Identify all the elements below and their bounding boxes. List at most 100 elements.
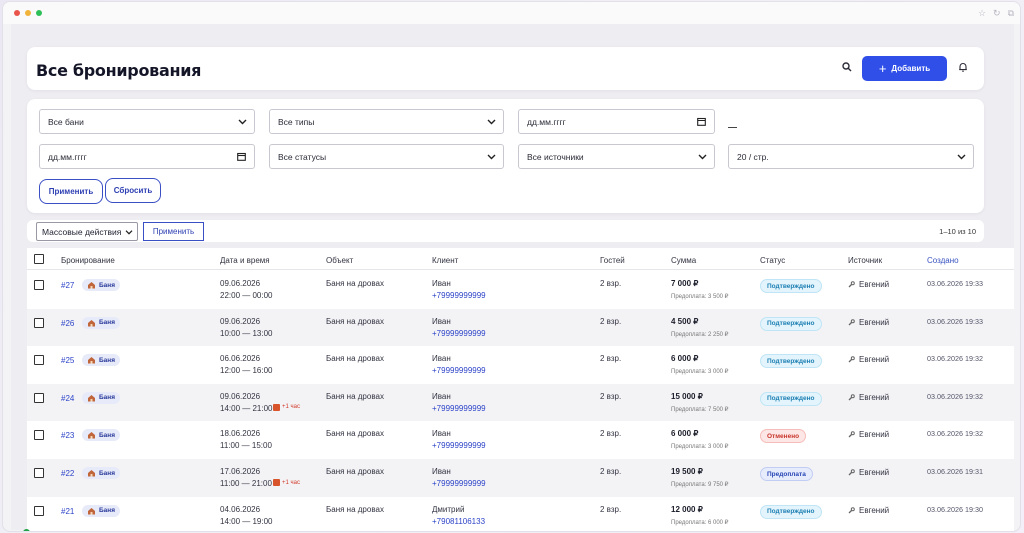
- main-content: Все бронирования + Добавить Все бани Все: [11, 24, 1014, 531]
- booking-object: Баня на дровах: [326, 316, 384, 326]
- column-booking[interactable]: Бронирование: [61, 256, 115, 265]
- guests-count: 2 взр.: [600, 316, 622, 326]
- table-row[interactable]: #21 Баня 04.06.2026 14:00 — 19:00 Баня н…: [27, 497, 1014, 531]
- calendar-icon[interactable]: [697, 117, 706, 126]
- extra-hour-note: +1 час: [273, 403, 300, 411]
- reset-filters-button[interactable]: Сбросить: [105, 178, 161, 203]
- row-checkbox[interactable]: [34, 355, 44, 366]
- booking-id-link[interactable]: #27: [61, 281, 74, 290]
- row-checkbox[interactable]: [34, 280, 44, 290]
- created-at: 03.06.2026 19:33: [927, 279, 983, 288]
- per-page-select[interactable]: 20 / стр.: [728, 144, 974, 169]
- booking-object: Баня на дровах: [326, 279, 384, 288]
- table-row[interactable]: #25 Баня 06.06.2026 12:00 — 16:00 Баня н…: [27, 346, 1014, 384]
- prepayment-note: Предоплата: 3 000 ₽: [671, 369, 729, 376]
- table-row[interactable]: #22 Баня 17.06.2026 11:00 — 21:00 +1 час…: [27, 459, 1014, 497]
- source-cell: Евгений: [848, 430, 889, 439]
- column-guests[interactable]: Гостей: [600, 256, 625, 265]
- select-all-checkbox[interactable]: [34, 254, 44, 264]
- column-created[interactable]: Создано: [927, 256, 959, 265]
- sources-select[interactable]: Все источники: [518, 144, 715, 169]
- minimize-window-dot[interactable]: [25, 10, 31, 16]
- client-phone-link[interactable]: +79999999999: [432, 404, 486, 413]
- statuses-select-value: Все статусы: [278, 151, 327, 162]
- column-sum[interactable]: Сумма: [671, 256, 696, 265]
- booking-date: 09.06.2026: [220, 391, 261, 401]
- date-to-value: дд.мм.гггг: [48, 151, 87, 162]
- booking-date: 06.06.2026: [220, 354, 261, 364]
- table-row[interactable]: #24 Баня 09.06.2026 14:00 — 21:00 +1 час…: [27, 383, 1014, 422]
- reload-icon[interactable]: ↻: [993, 8, 1001, 18]
- client-phone-link[interactable]: +79999999999: [432, 441, 486, 450]
- prepayment-note: Предоплата: 7 500 ₽: [671, 406, 729, 413]
- apply-filters-button[interactable]: Применить: [39, 179, 103, 204]
- type-tag: Баня: [82, 391, 121, 404]
- client-name: Иван: [432, 316, 451, 326]
- booking-id-link[interactable]: #22: [61, 469, 74, 478]
- client-phone-link[interactable]: +79999999999: [432, 329, 486, 338]
- wrench-icon: [848, 318, 855, 326]
- column-status[interactable]: Статус: [760, 256, 785, 265]
- bulk-apply-button[interactable]: Применить: [143, 222, 204, 241]
- extra-hour-note: +1 час: [273, 479, 300, 486]
- chevron-down-icon: [487, 119, 496, 125]
- calendar-icon[interactable]: [237, 152, 246, 161]
- statuses-select[interactable]: Все статусы: [269, 144, 504, 169]
- titlebar-icons: ☆ ↻ ⧉: [978, 8, 1014, 18]
- row-checkbox[interactable]: [34, 505, 44, 516]
- booking-id-link[interactable]: #25: [61, 356, 74, 365]
- booking-id-link[interactable]: #23: [61, 431, 74, 440]
- booking-date: 18.06.2026: [220, 429, 261, 439]
- date-to-input[interactable]: дд.мм.гггг: [39, 144, 255, 169]
- type-tag-label: Баня: [99, 281, 116, 289]
- created-at: 03.06.2026 19:32: [927, 354, 983, 364]
- client-name: Иван: [432, 279, 451, 288]
- client-phone-link[interactable]: +79081106133: [432, 517, 485, 526]
- date-from-input[interactable]: дд.мм.гггг: [518, 109, 715, 134]
- column-client[interactable]: Клиент: [432, 256, 458, 265]
- column-object[interactable]: Объект: [326, 256, 353, 265]
- bulk-actions-select[interactable]: Массовые действия: [36, 222, 138, 241]
- guests-count: 2 взр.: [600, 391, 622, 401]
- wrench-icon: [848, 393, 855, 401]
- guests-count: 2 взр.: [600, 504, 622, 514]
- close-window-dot[interactable]: [14, 10, 20, 16]
- maximize-window-dot[interactable]: [36, 10, 42, 16]
- column-source[interactable]: Источник: [848, 256, 882, 265]
- created-at: 03.06.2026 19:32: [927, 391, 983, 401]
- row-checkbox[interactable]: [34, 430, 44, 441]
- client-phone-link[interactable]: +79999999999: [432, 366, 486, 375]
- source-name: Евгений: [859, 505, 890, 515]
- add-booking-button[interactable]: + Добавить: [862, 56, 947, 81]
- client-phone-link[interactable]: +79999999999: [432, 291, 486, 300]
- table-row[interactable]: #27 Баня 09.06.2026 22:00 — 00:00 Баня н…: [27, 271, 1014, 309]
- house-icon: [88, 470, 95, 477]
- row-checkbox[interactable]: [34, 317, 44, 328]
- external-link-icon[interactable]: ⧉: [1008, 8, 1014, 18]
- row-checkbox[interactable]: [34, 392, 44, 403]
- types-select[interactable]: Все типы: [269, 109, 504, 134]
- wrench-icon: [848, 431, 855, 438]
- gift-icon: [273, 479, 280, 486]
- column-datetime[interactable]: Дата и время: [220, 256, 270, 265]
- booking-object: Баня на дровах: [326, 391, 384, 401]
- bath-select[interactable]: Все бани: [39, 109, 255, 134]
- booking-sum: 15 000 ₽: [671, 391, 703, 401]
- star-icon[interactable]: ☆: [978, 8, 986, 18]
- table-row[interactable]: #26 Баня 09.06.2026 10:00 — 13:00 Баня н…: [27, 308, 1014, 347]
- booking-sum: 6 000 ₽: [671, 354, 699, 364]
- bell-icon[interactable]: [957, 61, 969, 73]
- type-tag: Баня: [82, 316, 121, 329]
- source-name: Евгений: [859, 317, 890, 327]
- source-name: Евгений: [859, 468, 890, 477]
- status-badge: Отменено: [760, 429, 807, 444]
- booking-time: 11:00 — 21:00: [220, 479, 272, 488]
- client-phone-link[interactable]: +79999999999: [432, 479, 486, 488]
- search-icon[interactable]: [841, 61, 853, 73]
- booking-object: Баня на дровах: [326, 429, 384, 439]
- booking-id-link[interactable]: #21: [61, 507, 74, 516]
- row-checkbox[interactable]: [34, 468, 44, 478]
- booking-id-link[interactable]: #26: [61, 319, 74, 328]
- booking-id-link[interactable]: #24: [61, 394, 74, 403]
- table-row[interactable]: #23 Баня 18.06.2026 11:00 — 15:00 Баня н…: [27, 421, 1014, 459]
